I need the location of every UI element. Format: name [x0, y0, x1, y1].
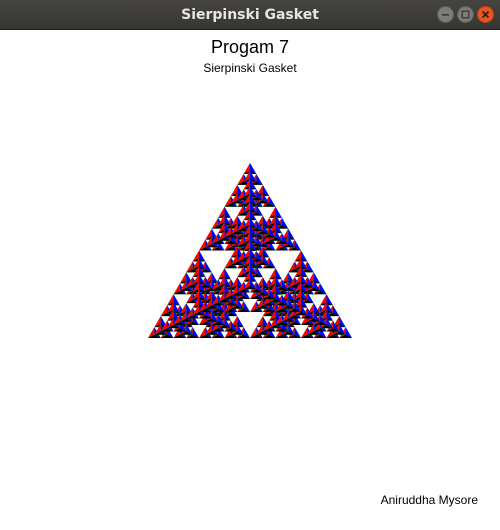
- program-heading: Progam 7: [210, 37, 290, 57]
- author-label: Aniruddha Mysore: [380, 493, 478, 507]
- window-controls: [437, 6, 494, 24]
- close-icon[interactable]: [477, 6, 494, 23]
- drawing-canvas: [0, 30, 500, 530]
- window-titlebar[interactable]: Sierpinski Gasket: [0, 0, 500, 30]
- sierpinski-gasket: [148, 163, 352, 338]
- window-title: Sierpinski Gasket: [181, 7, 319, 23]
- program-subheading: Sierpinski Gasket: [203, 61, 297, 75]
- minimize-icon[interactable]: [437, 6, 454, 23]
- maximize-icon[interactable]: [457, 6, 474, 23]
